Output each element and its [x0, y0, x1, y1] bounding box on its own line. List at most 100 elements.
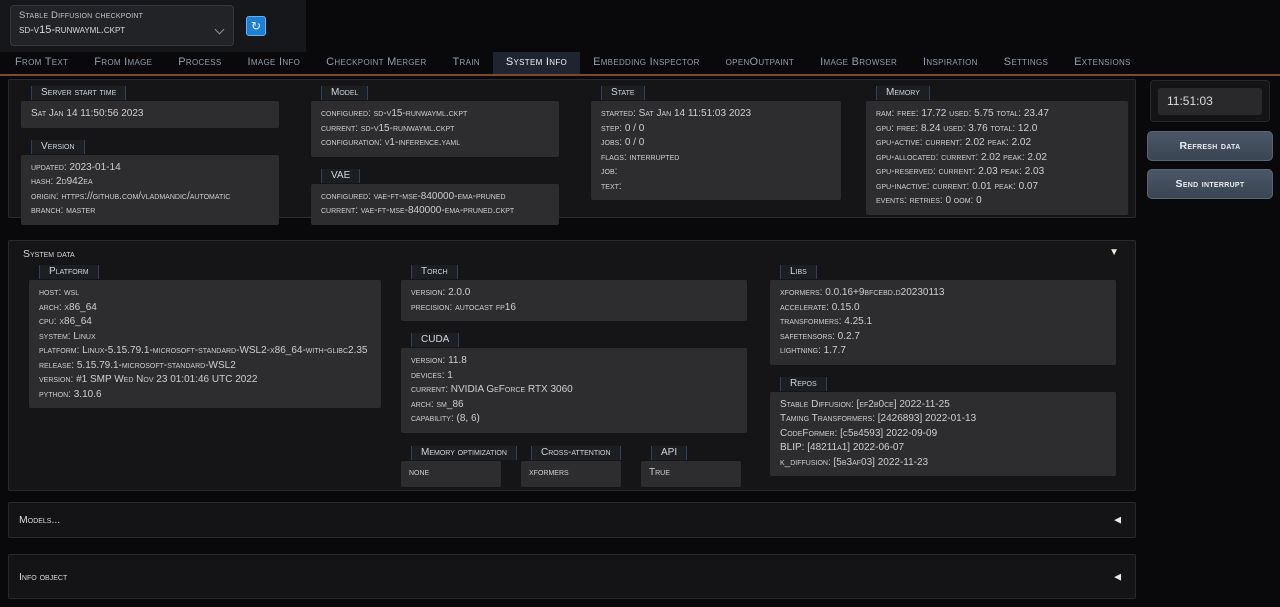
info-line: k_diffusion: [5b3af03] 2022-11-23 — [780, 456, 1106, 471]
tab-embedding-inspector[interactable]: Embedding Inspector — [580, 52, 713, 74]
info-line: gpu: free: 8.24 used: 3.76 total: 12.0 — [876, 122, 1118, 137]
platform-content: host: wslarch: x86_64cpu: x86_64system: … — [29, 280, 381, 408]
models-accordion-header[interactable]: Models... ◀ — [8, 502, 1136, 538]
info-line: current: sd-v15-runwayml.ckpt — [321, 122, 549, 137]
model-content: configured: sd-v15-runwayml.ckptcurrent:… — [311, 101, 559, 157]
cross-attention-section: Cross-attention xformers — [521, 442, 621, 487]
refresh-checkpoint-button[interactable]: ↻ — [246, 16, 266, 36]
info-line: accelerate: 0.15.0 — [780, 301, 1106, 316]
info-line: python: 3.10.6 — [39, 388, 371, 403]
clock-field[interactable]: 11:51:03 — [1158, 88, 1262, 115]
server-start-time-label: Server start time — [31, 86, 126, 100]
state-content: started: Sat Jan 14 11:51:03 2023step: 0… — [591, 101, 841, 200]
tab-inspiration[interactable]: Inspiration — [910, 52, 991, 74]
memory-content: ram: free: 17.72 used: 5.75 total: 23.47… — [866, 101, 1128, 215]
info-line: host: wsl — [39, 286, 371, 301]
cuda-label: CUDA — [411, 333, 459, 347]
tab-from-image[interactable]: From Image — [81, 52, 165, 74]
tab-train[interactable]: Train — [440, 52, 493, 74]
state-label: State — [601, 86, 645, 100]
info-line: lightning: 1.7.7 — [780, 344, 1106, 359]
libs-content: xformers: 0.0.16+9bfcebd.d20230113accele… — [770, 280, 1116, 365]
tabbar-accent-line — [0, 74, 1280, 76]
send-interrupt-button[interactable]: Send interrupt — [1147, 169, 1273, 199]
info-line: version: 11.8 — [411, 354, 737, 369]
info-object-accordion-header[interactable]: Info object ◀ — [8, 554, 1136, 599]
libs-column: Libs xformers: 0.0.16+9bfcebd.d20230113a… — [770, 261, 1116, 484]
tab-openoutpaint[interactable]: openOutpaint — [713, 52, 807, 74]
tab-image-info[interactable]: Image Info — [235, 52, 314, 74]
info-line: jobs: 0 / 0 — [601, 136, 831, 151]
system-data-panel: System data ▼ Platform host: wslarch: x8… — [8, 240, 1136, 491]
models-accordion-label: Models... — [19, 514, 60, 526]
memory-column: Memory ram: free: 17.72 used: 5.75 total… — [866, 82, 1128, 223]
info-line: Sat Jan 14 11:50:56 2023 — [31, 107, 269, 122]
memory-optimization-value: none — [401, 461, 501, 487]
info-line: configured: vae-ft-mse-840000-ema-pruned — [321, 190, 549, 205]
api-value: True — [641, 461, 741, 487]
info-line: CodeFormer: [c5b4593] 2022-09-09 — [780, 427, 1106, 442]
memory-section: Memory ram: free: 17.72 used: 5.75 total… — [866, 82, 1128, 215]
state-section: State started: Sat Jan 14 11:51:03 2023s… — [591, 82, 841, 200]
version-label: Version — [31, 140, 85, 154]
torch-section: Torch version: 2.0.0precision: autocast … — [401, 261, 747, 321]
tab-checkpoint-merger[interactable]: Checkpoint Merger — [313, 52, 439, 74]
triangle-left-icon: ◀ — [1114, 571, 1121, 582]
memory-optimization-section: Memory optimization none — [401, 442, 501, 487]
info-line: version: 2.0.0 — [411, 286, 737, 301]
api-section: API True — [641, 442, 741, 487]
info-line: flags: interrupted — [601, 151, 831, 166]
vae-label: VAE — [321, 169, 360, 183]
checkpoint-dropdown-label: Stable Diffusion checkpoint — [11, 6, 233, 21]
info-line: hash: 2d942ea — [31, 175, 269, 190]
torch-content: version: 2.0.0precision: autocast fp16 — [401, 280, 747, 321]
tab-process[interactable]: Process — [165, 52, 234, 74]
info-line: transformers: 4.25.1 — [780, 315, 1106, 330]
tab-image-browser[interactable]: Image Browser — [807, 52, 910, 74]
cuda-content: version: 11.8devices: 1current: NVIDIA G… — [401, 348, 747, 433]
checkpoint-dropdown-value: sd-v15-runwayml.ckpt — [11, 21, 233, 36]
info-line: BLIP: [48211a1] 2022-06-07 — [780, 441, 1106, 456]
info-line: ram: free: 17.72 used: 5.75 total: 23.47 — [876, 107, 1118, 122]
tab-extensions[interactable]: Extensions — [1061, 52, 1144, 74]
info-line: precision: autocast fp16 — [411, 301, 737, 316]
info-line: platform: Linux-5.15.79.1-microsoft-stan… — [39, 344, 371, 359]
triangle-down-icon[interactable]: ▼ — [1109, 247, 1119, 258]
info-line: gpu-allocated: current: 2.02 peak: 2.02 — [876, 151, 1118, 166]
memory-label: Memory — [876, 86, 930, 100]
version-section: Version updated: 2023-01-14hash: 2d942ea… — [21, 136, 279, 225]
platform-column: Platform host: wslarch: x86_64cpu: x86_6… — [29, 261, 381, 416]
cross-attention-label: Cross-attention — [531, 446, 621, 460]
libs-section: Libs xformers: 0.0.16+9bfcebd.d20230113a… — [770, 261, 1116, 365]
info-line: Taming Transformers: [2426893] 2022-01-1… — [780, 412, 1106, 427]
info-line: Stable Diffusion: [ef2b0ce] 2022-11-25 — [780, 398, 1106, 413]
info-line: text: — [601, 180, 831, 195]
info-line: release: 5.15.79.1-microsoft-standard-WS… — [39, 359, 371, 374]
info-line: capability: (8, 6) — [411, 412, 737, 427]
header-bar: Stable Diffusion checkpoint sd-v15-runwa… — [0, 0, 306, 52]
model-label: Model — [321, 86, 368, 100]
libs-label: Libs — [780, 265, 817, 279]
main-tabbar: From TextFrom ImageProcessImage InfoChec… — [0, 52, 1280, 74]
info-line: job: — [601, 165, 831, 180]
refresh-icon: ↻ — [251, 19, 261, 33]
tab-settings[interactable]: Settings — [991, 52, 1061, 74]
info-line: none — [409, 466, 493, 481]
info-line: gpu-active: current: 2.02 peak: 2.02 — [876, 136, 1118, 151]
system-data-accordion-header[interactable]: System data — [23, 248, 75, 260]
info-line: xformers — [529, 466, 613, 481]
tab-system-info[interactable]: System Info — [493, 52, 580, 74]
info-line: step: 0 / 0 — [601, 122, 831, 137]
info-line: cpu: x86_64 — [39, 315, 371, 330]
tab-from-text[interactable]: From Text — [2, 52, 81, 74]
repos-section: Repos Stable Diffusion: [ef2b0ce] 2022-1… — [770, 373, 1116, 477]
refresh-data-button[interactable]: Refresh data — [1147, 131, 1273, 161]
vae-content: configured: vae-ft-mse-840000-ema-pruned… — [311, 184, 559, 225]
platform-label: Platform — [39, 265, 99, 279]
info-line: arch: sm_86 — [411, 398, 737, 413]
checkpoint-dropdown[interactable]: Stable Diffusion checkpoint sd-v15-runwa… — [10, 5, 234, 46]
info-line: current: NVIDIA GeForce RTX 3060 — [411, 383, 737, 398]
state-column: State started: Sat Jan 14 11:51:03 2023s… — [591, 82, 841, 208]
clock-panel: 11:51:03 — [1150, 80, 1270, 122]
info-line: version: #1 SMP Wed Nov 23 01:01:46 UTC … — [39, 373, 371, 388]
